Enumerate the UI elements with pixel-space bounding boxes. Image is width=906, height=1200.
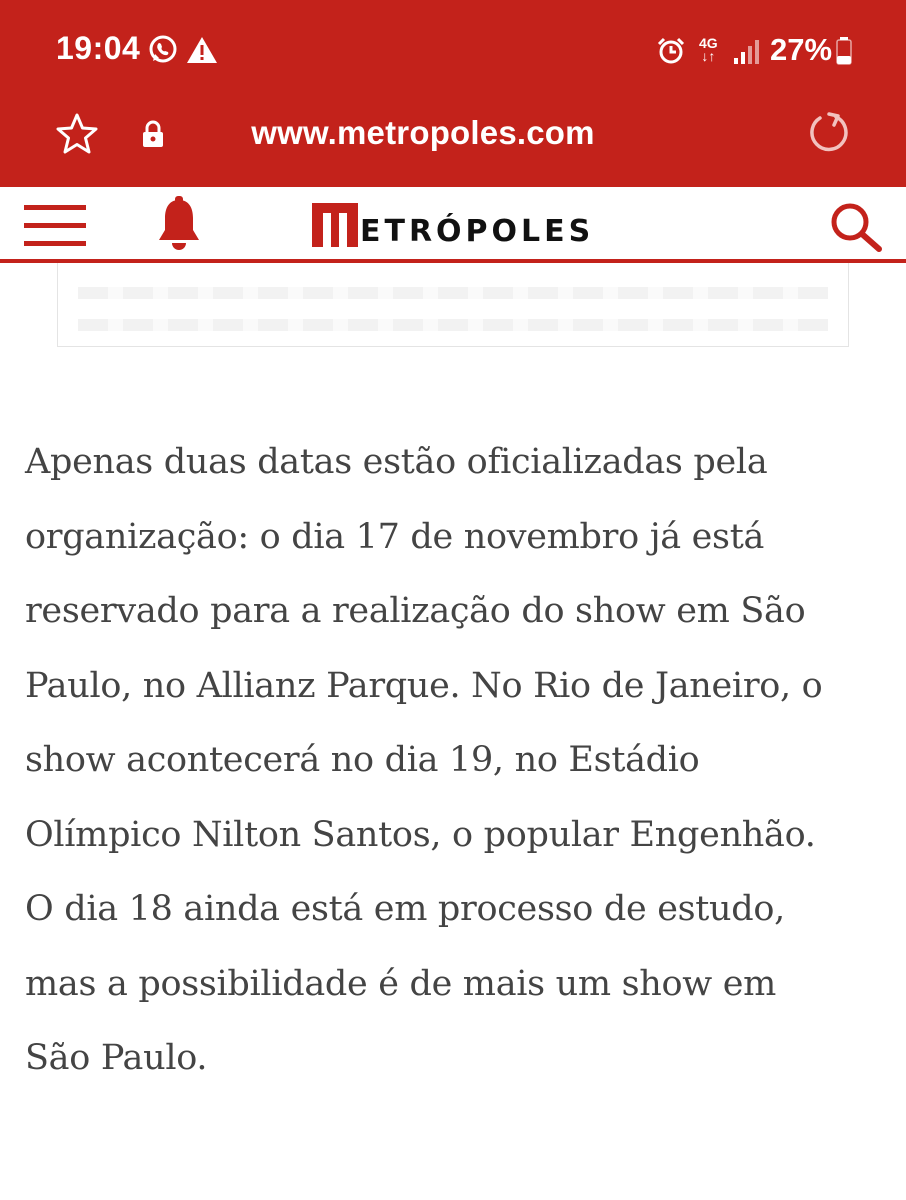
article-line: Apenas duas datas estão oficializadas pe… xyxy=(25,442,768,482)
status-bar: 19:04 4G ↓↑ 27% xyxy=(0,0,906,100)
site-header: ETRÓPOLES xyxy=(0,187,906,263)
url-text[interactable]: www.metropoles.com xyxy=(0,114,906,152)
network-4g-icon: 4G ↓↑ xyxy=(699,35,718,64)
ad-faded-line xyxy=(78,287,828,299)
reload-icon[interactable] xyxy=(806,110,852,161)
network-label: 4G xyxy=(699,35,718,51)
article-line: reservado para a realização do show em S… xyxy=(25,591,806,631)
ad-faded-line xyxy=(78,319,828,331)
whatsapp-icon xyxy=(147,34,179,71)
article-line: O dia 18 ainda está em processo de estud… xyxy=(25,889,785,929)
hamburger-menu-icon[interactable] xyxy=(24,205,86,252)
logo-m-mark xyxy=(312,203,358,247)
article-line: Olímpico Nilton Santos, o popular Engenh… xyxy=(25,814,816,855)
browser-url-bar[interactable]: www.metropoles.com xyxy=(0,100,906,187)
article-line: Paulo, no Allianz Parque. No Rio de Jane… xyxy=(25,665,823,706)
battery-icon xyxy=(836,37,852,70)
article-line: show acontecerá no dia 19, no Estádio xyxy=(25,740,700,780)
article-body: Apenas duas datas estão oficializadas pe… xyxy=(25,425,885,1096)
article-line: São Paulo. xyxy=(25,1038,208,1078)
status-time: 19:04 xyxy=(56,30,141,66)
ad-placeholder xyxy=(57,263,849,347)
signal-icon xyxy=(733,38,761,69)
warning-icon xyxy=(186,35,218,70)
article-line: organização: o dia 17 de novembro já est… xyxy=(25,516,765,557)
article-line: mas a possibilidade é de mais um show em xyxy=(25,963,777,1004)
notification-bell-icon[interactable] xyxy=(155,196,203,257)
battery-percent: 27% xyxy=(770,32,833,67)
alarm-icon xyxy=(656,36,686,71)
logo-text: ETRÓPOLES xyxy=(360,214,595,249)
search-icon[interactable] xyxy=(828,201,884,258)
browser-chrome: 19:04 4G ↓↑ 27% www.metropoles.com xyxy=(0,0,906,187)
